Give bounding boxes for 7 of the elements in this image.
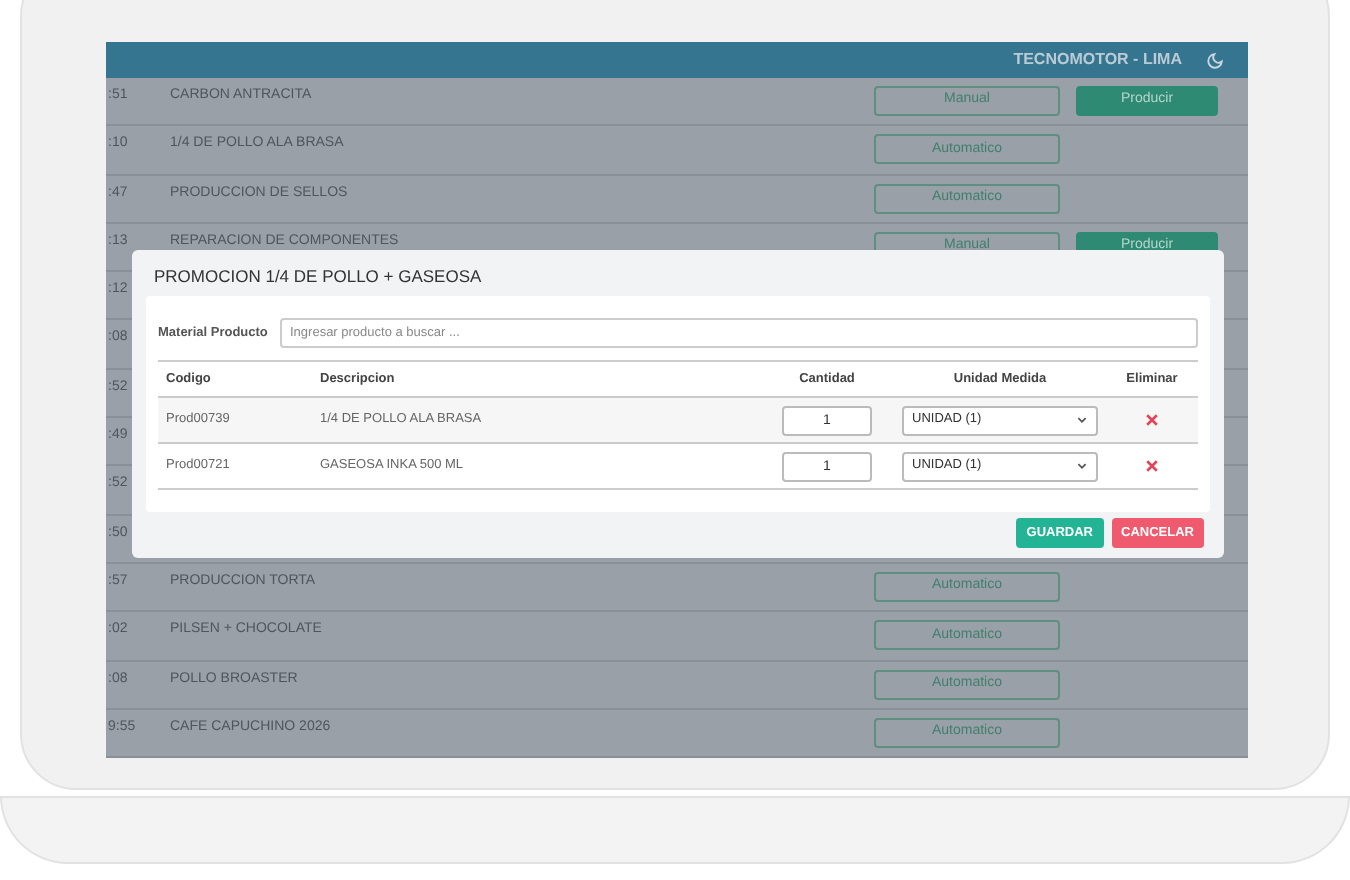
chevron-down-icon [1076, 460, 1088, 472]
moon-icon[interactable] [1206, 51, 1224, 69]
modal-title: PROMOCION 1/4 DE POLLO + GASEOSA [152, 264, 484, 290]
header-title: TECNOMOTOR - LIMA [1013, 48, 1182, 72]
delete-icon[interactable] [1146, 460, 1158, 472]
delete-icon[interactable] [1146, 414, 1158, 426]
chevron-down-icon [1076, 414, 1088, 426]
